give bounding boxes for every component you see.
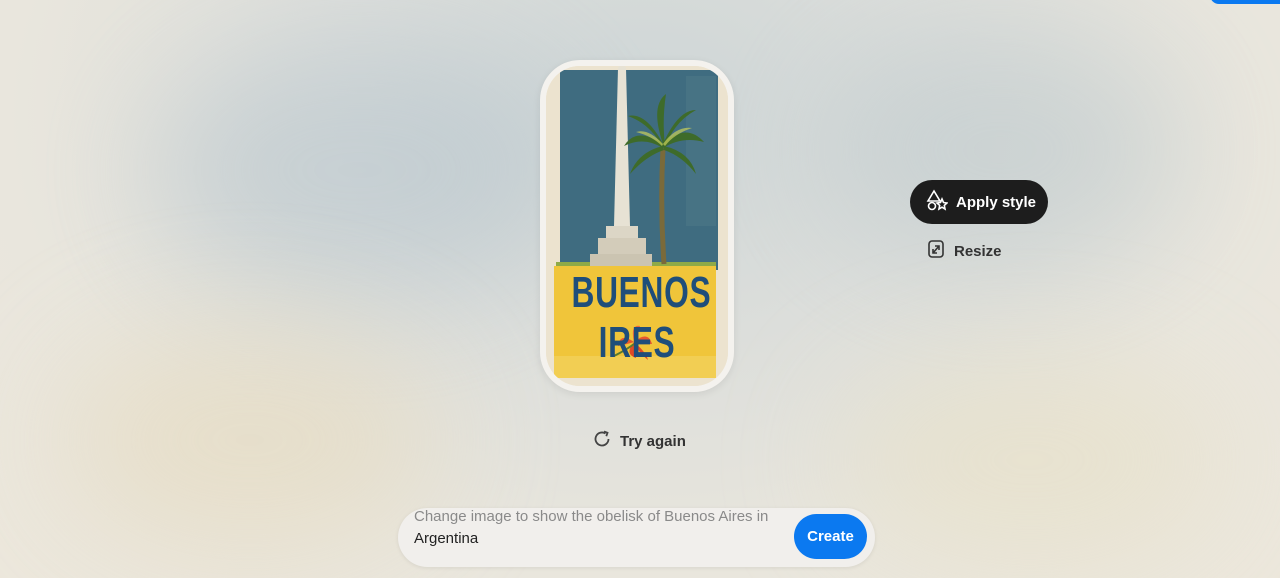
apply-style-label: Apply style	[956, 193, 1037, 211]
prompt-line-2: Argentina	[414, 530, 479, 547]
prompt-input[interactable]: Change image to show the obelisk of Buen…	[414, 506, 774, 552]
prompt-bar: Change image to show the obelisk of Buen…	[398, 508, 875, 567]
top-right-button[interactable]	[1210, 0, 1280, 4]
try-again-button[interactable]: Try again	[592, 428, 686, 454]
apply-style-button[interactable]: Apply style	[910, 180, 1048, 224]
poster-title: BUENOS IRES	[571, 268, 712, 367]
background-blur	[840, 360, 1220, 560]
create-button[interactable]: Create	[794, 514, 867, 559]
resize-button[interactable]: Resize	[910, 238, 1048, 264]
shapes-icon	[926, 189, 949, 215]
resize-icon	[928, 240, 944, 262]
refresh-icon	[592, 429, 612, 453]
generated-image-card[interactable]: BUENOS IRES	[540, 60, 734, 392]
background-blur	[60, 330, 440, 550]
resize-label: Resize	[954, 242, 1002, 260]
prompt-line-1: Change image to show the obelisk of Buen…	[414, 508, 769, 525]
generated-image: BUENOS IRES	[546, 66, 728, 386]
image-actions: Apply style Resize	[910, 180, 1048, 264]
try-again-label: Try again	[620, 432, 686, 450]
background-blur	[150, 40, 570, 300]
